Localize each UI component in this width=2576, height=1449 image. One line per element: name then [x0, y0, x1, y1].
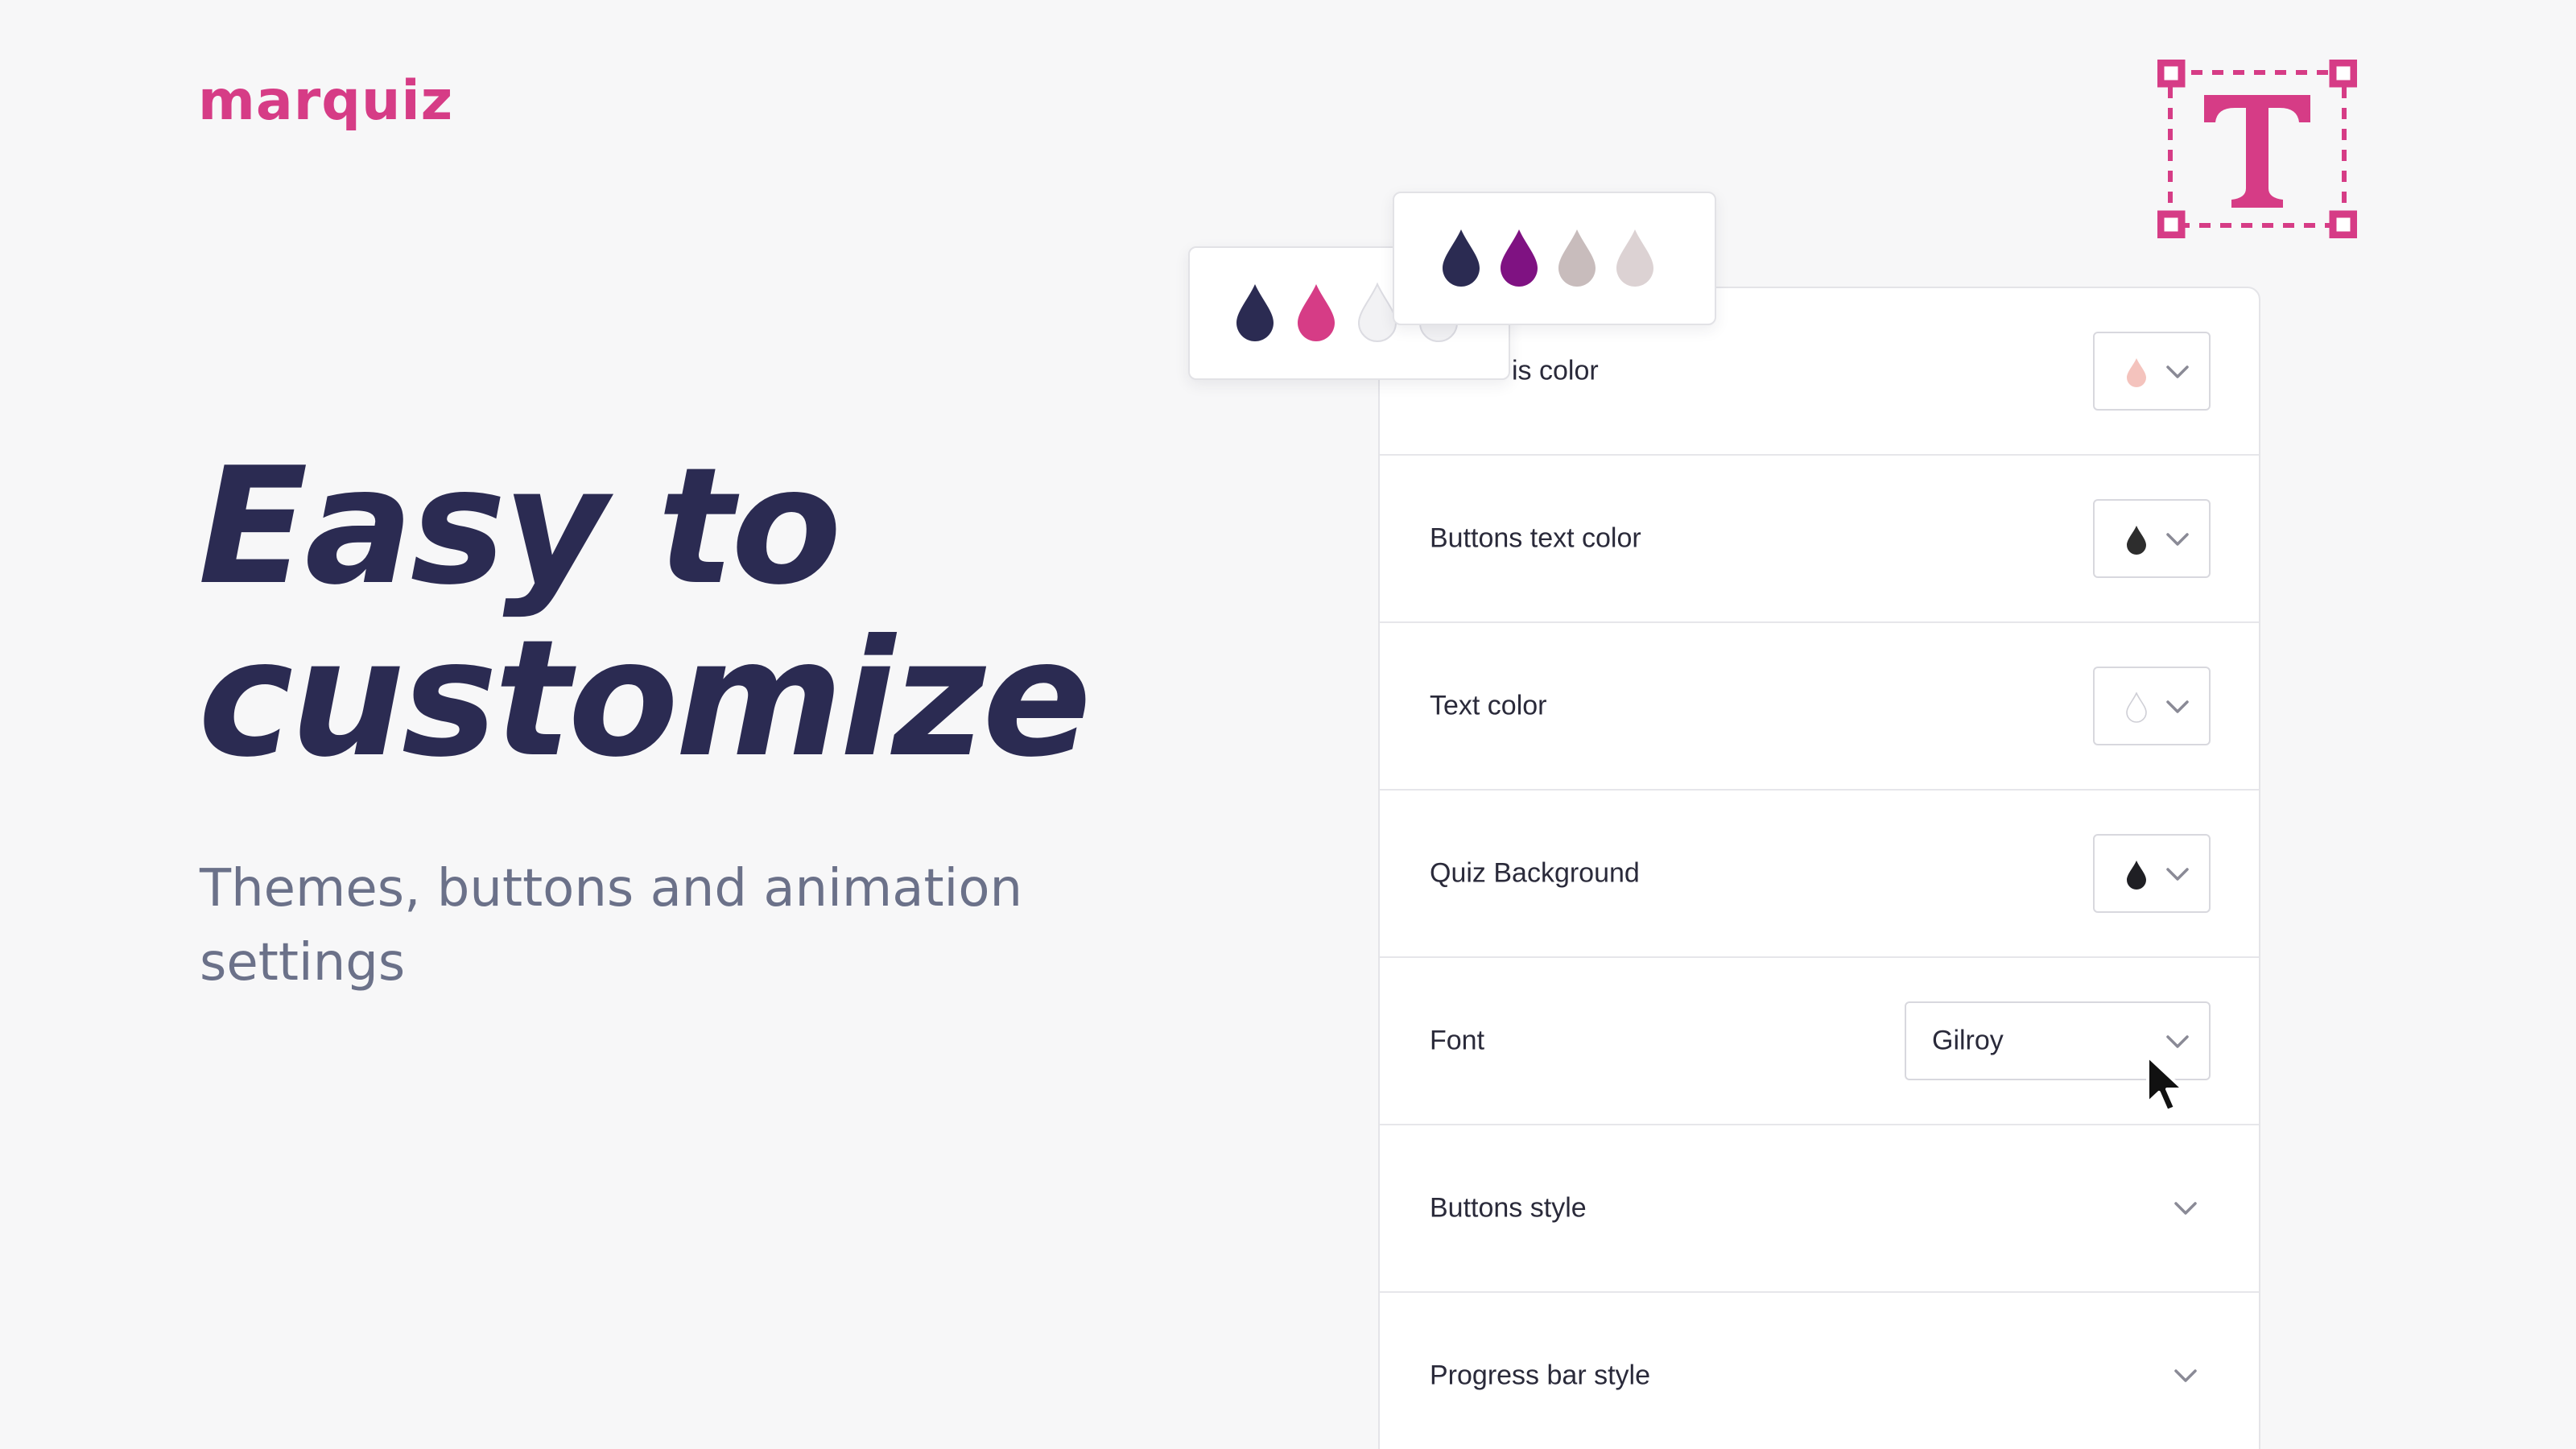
settings-row-text-color: Text color	[1380, 623, 2259, 791]
chevron-down-icon	[2166, 868, 2189, 881]
color-picker-button[interactable]	[2093, 667, 2211, 745]
swatch-fill	[2127, 358, 2146, 387]
row-label: is color	[1512, 355, 1599, 386]
hero-title-line-2: customize	[198, 605, 1092, 793]
settings-row-buttons-text-color: Buttons text color	[1380, 456, 2259, 623]
chevron-down-icon[interactable]	[2174, 1368, 2198, 1384]
brand-logo[interactable]: marquiz	[198, 69, 453, 133]
mouse-pointer-icon	[2146, 1055, 2185, 1113]
settings-row-progress-bar-style[interactable]: Progress bar style	[1380, 1293, 2259, 1449]
color-picker-button[interactable]	[2093, 499, 2211, 578]
color-picker-button[interactable]	[2093, 834, 2211, 913]
row-label: Buttons text color	[1430, 522, 1641, 554]
chevron-down-icon	[2166, 700, 2189, 713]
theme-palette-b[interactable]	[1393, 192, 1716, 325]
chevron-down-icon	[2166, 533, 2189, 546]
swatch-fill	[2127, 526, 2146, 555]
chevron-down-icon[interactable]	[2174, 1200, 2198, 1216]
settings-row-buttons-style[interactable]: Buttons style	[1380, 1125, 2259, 1293]
settings-panel: is color Buttons text color Text color Q…	[1378, 287, 2260, 1449]
color-drop-icon	[1298, 284, 1335, 341]
hero-subtitle: Themes, buttons and animation settings	[200, 859, 1023, 993]
font-select-value: Gilroy	[1932, 1025, 2004, 1056]
swatch-fill	[2126, 692, 2147, 723]
color-drop-icon	[2127, 358, 2146, 387]
settings-row-quiz-background: Quiz Background	[1380, 791, 2259, 958]
color-drop-icon	[1616, 229, 1653, 287]
chevron-down-icon	[2166, 365, 2189, 378]
row-label: Font	[1430, 1025, 1485, 1056]
settings-row-font: Font Gilroy	[1380, 958, 2259, 1125]
hero-title-line-1: Easy to	[198, 433, 842, 621]
color-drop-icon	[2126, 692, 2147, 723]
row-label: Quiz Background	[1430, 857, 1640, 889]
color-drop-icon	[1558, 229, 1596, 287]
text-frame-icon	[2157, 60, 2357, 238]
color-drop-icon	[1443, 229, 1480, 287]
swatch-fill	[2127, 861, 2146, 890]
hero-title: Easy to customize	[198, 433, 1092, 793]
row-label: Progress bar style	[1430, 1360, 1650, 1391]
promo-canvas: marquiz Easy to customize Themes, button…	[0, 0, 2576, 1449]
row-label: Buttons style	[1430, 1192, 1587, 1224]
color-drop-icon	[1236, 284, 1274, 341]
chevron-down-icon	[2166, 1035, 2189, 1048]
color-drop-icon	[2127, 526, 2146, 555]
row-label: Text color	[1430, 690, 1547, 721]
color-drop-icon	[2127, 861, 2146, 890]
color-picker-button[interactable]	[2093, 332, 2211, 411]
color-drop-icon	[1501, 229, 1538, 287]
